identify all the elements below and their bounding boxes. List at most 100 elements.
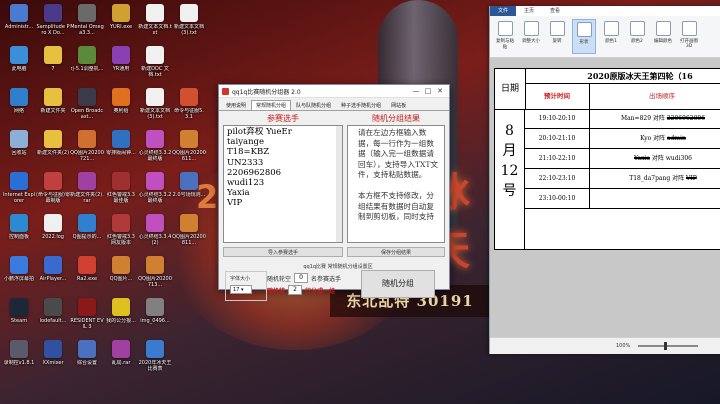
import-players-button[interactable]: 导入参赛选手 xyxy=(223,247,343,257)
desktop-icon[interactable]: 心灵终结3.3.2最终版 xyxy=(138,130,172,170)
schedule-time: 21:10-22:10 xyxy=(525,149,590,168)
desktop-icon[interactable]: Steam xyxy=(2,298,36,338)
desktop-icon[interactable]: 7 xyxy=(36,46,70,86)
desktop-icon[interactable]: 控制面板 xyxy=(2,214,36,254)
random-blank-input[interactable]: 0 xyxy=(294,273,309,283)
desktop-icon[interactable]: Administr... xyxy=(2,4,36,44)
desktop-icon[interactable]: 命令与征服5.3.1 xyxy=(172,88,206,128)
ribbon-tool[interactable]: 调整大小 xyxy=(520,19,542,54)
desktop-icon[interactable]: 奥利给 xyxy=(104,88,138,128)
desktop-icon-label: Open Broadcast... xyxy=(70,108,104,120)
viewer-tab[interactable]: 主页 xyxy=(516,6,542,16)
ribbon-tool[interactable]: 形状 xyxy=(572,19,596,54)
image-viewer-window[interactable]: 文件 主页 查看 复制与粘贴 调整大小 旋转 形状 颜色1 颜色2 编辑颜色 打开画图3D 日期 … xyxy=(489,6,720,354)
app-tab[interactable]: 使用说明 xyxy=(221,100,251,110)
close-button[interactable]: ✕ xyxy=(434,87,446,95)
desktop-icon[interactable]: 此电脑 xyxy=(2,46,36,86)
save-results-button[interactable]: 保存分组结果 xyxy=(347,247,445,257)
desktop-icon[interactable]: 小鹏浮屏幕拍 xyxy=(2,256,36,296)
desktop-icon[interactable]: Internet Explorer xyxy=(2,172,36,212)
desktop-icon[interactable]: 心灵终结3.3.4(2) xyxy=(138,214,172,254)
minimize-button[interactable]: — xyxy=(410,87,422,95)
desktop-icon[interactable]: Q图提示的... xyxy=(70,214,104,254)
desktop-icon[interactable]: 乱局.rar xyxy=(104,340,138,380)
desktop-icon[interactable]: QQ图片20200713... xyxy=(138,256,172,296)
desktop-icon[interactable]: img_0496... xyxy=(138,298,172,338)
app-tab[interactable]: 常规随机分组 xyxy=(251,100,292,110)
desktop-icon[interactable]: YR通用 xyxy=(104,46,138,86)
desktop-icon[interactable]: 我的公分报... xyxy=(104,298,138,338)
ribbon-tool[interactable]: 颜色2 xyxy=(626,19,648,54)
random-group-button[interactable]: 随机分组 xyxy=(361,270,435,298)
desktop-icon[interactable]: lodefault... xyxy=(36,298,70,338)
desktop-icon-label: 心灵终结3.3.2最终版 xyxy=(138,150,172,162)
desktop-icon-label: 2022.log xyxy=(42,234,64,240)
ribbon-tool[interactable]: 旋转 xyxy=(546,19,568,54)
app-icon xyxy=(222,87,229,95)
desktop-icon[interactable]: 新建文本文档.txt xyxy=(138,4,172,44)
desktop-icon[interactable]: QQ图片20200811... xyxy=(172,214,206,254)
results-output[interactable]: 请在左边方框输入数据，每一行作为一组数据（输入完一组数据请回车），支持导入TXT… xyxy=(347,125,445,243)
desktop-icon[interactable]: QQ图片... xyxy=(104,256,138,296)
random-seat-suffix: 行分成一组 xyxy=(305,287,336,295)
struck-player: VIP xyxy=(686,175,697,182)
desktop-icon[interactable]: QQ图片20200611... xyxy=(172,130,206,170)
desktop-icon[interactable]: 新建文件夹(2) xyxy=(36,130,70,170)
viewer-tab[interactable]: 查看 xyxy=(542,6,568,16)
desktop-icon[interactable]: 新建文本文档(3).txt xyxy=(138,88,172,128)
fontsize-select[interactable]: 17 ▾ xyxy=(230,285,252,294)
file-icon xyxy=(10,298,28,316)
desktop-icon[interactable]: Samplitude Pro X Do... xyxy=(36,4,70,44)
desktop-icon[interactable]: 红色警戒3.3 最佳版 xyxy=(104,172,138,212)
desktop-icon[interactable]: Open Broadcast... xyxy=(70,88,104,128)
zoom-slider[interactable] xyxy=(638,345,698,347)
zoom-slider-thumb[interactable] xyxy=(664,342,667,350)
desktop-icon[interactable]: 红色警戒3.3 网友版本 xyxy=(104,214,138,254)
ribbon-tool[interactable]: 打开画图3D xyxy=(678,19,700,54)
desktop-icon[interactable]: AirPlayer... xyxy=(36,256,70,296)
schedule-title: 2020原版冰天王第四轮（16 xyxy=(525,69,720,84)
file-icon xyxy=(78,340,96,358)
desktop-icon[interactable]: 新建文件夹(2).rar xyxy=(70,172,104,212)
desktop-icon[interactable]: 录制控v1.8.1 xyxy=(2,340,36,380)
desktop-icon[interactable]: 网络 xyxy=(2,88,36,128)
app-titlebar[interactable]: qq1q比赛随机分组器 2.0 — □ ✕ xyxy=(219,85,449,98)
random-seat-input[interactable]: 2 xyxy=(288,285,303,295)
desktop-icon-label: 红色警戒3.3 网友版本 xyxy=(107,234,135,246)
maximize-button[interactable]: □ xyxy=(422,87,434,95)
desktop-icon[interactable]: 回收站 xyxy=(2,130,36,170)
desktop-icon[interactable]: 综合设置 xyxy=(70,340,104,380)
desktop-icon[interactable]: 新建文件夹 xyxy=(36,88,70,128)
players-input[interactable]: pilot弃权 YueEr taiyange T18=KBZ UN2333 220696… xyxy=(223,125,343,243)
file-icon xyxy=(146,256,164,274)
desktop-icon[interactable]: XXmixer xyxy=(36,340,70,380)
ribbon-tool[interactable]: 编辑颜色 xyxy=(652,19,674,54)
app-tab[interactable]: 网站板 xyxy=(386,100,411,110)
app-window[interactable]: qq1q比赛随机分组器 2.0 — □ ✕ 使用说明 常规随机分组 队与队随机分组种… xyxy=(218,84,450,301)
viewer-canvas[interactable]: 日期 2020原版冰天王第四轮（16 预计时间 出场顺序 8 月 12 号 19:10… xyxy=(490,58,720,338)
desktop-icon[interactable]: rj-5.1调整机... xyxy=(70,46,104,86)
desktop-icon-label: 控制面板 xyxy=(8,234,29,240)
desktop-icon[interactable]: QQ图片20200721... xyxy=(70,130,104,170)
desktop-icon[interactable]: 2020年冰天王比赛表 xyxy=(138,340,172,380)
desktop-icon[interactable]: (命令与征服)零幕制版 xyxy=(36,172,70,212)
desktop-icon[interactable]: Ra2.exe xyxy=(70,256,104,296)
desktop-icon[interactable]: Mental Omega3.3... xyxy=(70,4,104,44)
app-tab[interactable]: 种子选手随机分组 xyxy=(336,100,386,110)
desktop-icon[interactable]: RESIDENT EVIL 3 xyxy=(70,298,104,338)
desktop-icon[interactable]: 新建文本文档(3).txt xyxy=(172,4,206,44)
viewer-tab[interactable]: 文件 xyxy=(490,6,517,16)
ribbon-tool[interactable]: 颜色1 xyxy=(600,19,622,54)
ribbon-tool[interactable]: 复制与粘贴 xyxy=(494,19,516,54)
desktop-icon[interactable]: 2022.log xyxy=(36,214,70,254)
desktop-icon[interactable]: 心灵终结3.3.2最终版 xyxy=(138,172,172,212)
desktop-icon[interactable]: 零排版闹钟... xyxy=(104,130,138,170)
player-line: wudi123 xyxy=(227,178,265,189)
desktop-icon[interactable]: YURI.exe xyxy=(104,4,138,44)
desktop-icon[interactable]: 新建DOC 文档.txt xyxy=(138,46,172,86)
results-text: 请在左边方框输入数据，每一行作为一组数据（输入完一组数据请回车），支持导入TXT… xyxy=(358,128,439,221)
players-scrollbar[interactable] xyxy=(336,126,342,242)
desktop-icon[interactable]: 2.0号场规则... xyxy=(172,172,206,212)
app-tab[interactable]: 队与队随机分组 xyxy=(291,100,336,110)
desktop-icon-label: Steam xyxy=(10,318,28,324)
